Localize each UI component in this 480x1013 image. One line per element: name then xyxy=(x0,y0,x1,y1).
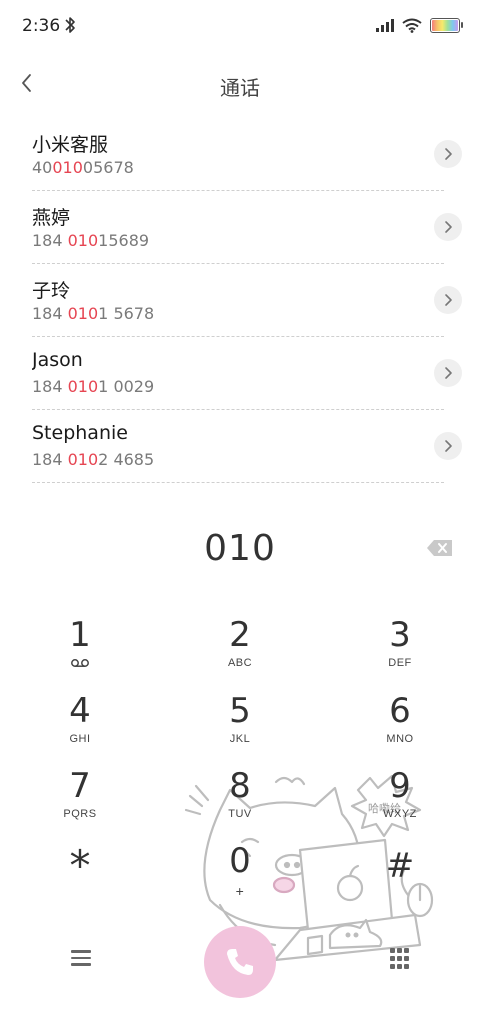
contact-results-list: 小米客服 4001005678 燕婷 184 01015689 子玲 184 0… xyxy=(32,118,462,508)
page-title: 通话 xyxy=(220,76,260,100)
list-item[interactable]: Stephanie 184 0102 4685 xyxy=(32,410,462,483)
key-letters: DEF xyxy=(388,657,412,669)
chevron-right-icon xyxy=(445,221,452,233)
key-0[interactable]: 0 + xyxy=(170,840,310,912)
dialed-number: 010 xyxy=(204,528,276,569)
key-3[interactable]: 3 DEF xyxy=(330,614,470,686)
contact-detail-button[interactable] xyxy=(434,432,462,460)
chevron-right-icon xyxy=(445,294,452,306)
chevron-right-icon xyxy=(445,367,452,379)
chevron-right-icon xyxy=(445,148,452,160)
contact-detail-button[interactable] xyxy=(434,359,462,387)
list-item[interactable]: 燕婷 184 01015689 xyxy=(32,191,462,264)
key-letters: MNO xyxy=(386,733,414,745)
dial-display: 010 xyxy=(0,522,480,578)
key-4[interactable]: 4 GHI xyxy=(10,690,150,762)
match-highlight: 010 xyxy=(67,377,99,396)
key-star[interactable]: * xyxy=(10,845,150,917)
bluetooth-icon xyxy=(65,17,75,33)
key-digit: * xyxy=(69,841,91,890)
key-9[interactable]: 9 WXYZ xyxy=(330,765,470,837)
key-letters: JKL xyxy=(229,733,251,745)
key-2[interactable]: 2 ABC xyxy=(170,614,310,686)
list-item[interactable]: 子玲 184 0101 5678 xyxy=(32,264,462,337)
key-6[interactable]: 6 MNO xyxy=(330,690,470,762)
match-highlight: 010 xyxy=(67,304,99,323)
signal-icon xyxy=(376,18,394,32)
dialpad-grid-icon[interactable] xyxy=(390,948,412,970)
key-digit: 3 xyxy=(389,615,411,655)
list-item[interactable]: Jason 184 0101 0029 xyxy=(32,337,462,410)
key-letters: TUV xyxy=(228,808,252,820)
contact-name: Jason xyxy=(32,349,83,371)
chevron-right-icon xyxy=(445,440,452,452)
list-fade xyxy=(0,488,480,512)
key-letters: PQRS xyxy=(63,808,97,820)
dialpad: 1 2 ABC 3 DEF 4 GHI 5 JKL 6 MNO 7 PQRS 8… xyxy=(0,600,480,920)
key-digit: 4 xyxy=(69,691,91,731)
contact-number: 4001005678 xyxy=(32,158,134,177)
header: 通话 xyxy=(0,56,480,112)
key-1[interactable]: 1 xyxy=(10,614,150,686)
key-digit: 7 xyxy=(69,766,91,806)
contact-detail-button[interactable] xyxy=(434,140,462,168)
list-item[interactable]: 小米客服 4001005678 xyxy=(32,118,462,191)
wifi-icon xyxy=(402,18,422,33)
contact-number: 184 0101 5678 xyxy=(32,304,155,323)
key-digit: 8 xyxy=(229,766,251,806)
phone-icon xyxy=(227,949,253,975)
contact-number: 184 0102 4685 xyxy=(32,450,155,469)
voicemail-icon xyxy=(71,659,89,667)
contact-number: 184 01015689 xyxy=(32,231,150,250)
hamburger-menu-icon[interactable] xyxy=(66,946,96,972)
contact-name: 燕婷 xyxy=(32,207,71,229)
key-digit: 2 xyxy=(229,615,251,655)
key-digit: 6 xyxy=(389,691,411,731)
match-highlight: 010 xyxy=(52,158,83,177)
contact-name: Stephanie xyxy=(32,422,128,444)
key-letters: WXYZ xyxy=(383,808,417,820)
key-digit: # xyxy=(385,846,415,886)
status-icons xyxy=(376,17,463,33)
backspace-icon[interactable] xyxy=(426,538,454,558)
contact-name: 子玲 xyxy=(32,280,71,302)
key-8[interactable]: 8 TUV xyxy=(170,765,310,837)
key-digit: 1 xyxy=(69,615,91,655)
key-letters: GHI xyxy=(69,733,91,745)
battery-icon xyxy=(430,17,463,33)
contact-name: 小米客服 xyxy=(32,134,109,156)
contact-detail-button[interactable] xyxy=(434,213,462,241)
key-digit: 9 xyxy=(389,766,411,806)
call-button[interactable] xyxy=(204,926,276,998)
contact-detail-button[interactable] xyxy=(434,286,462,314)
key-5[interactable]: 5 JKL xyxy=(170,690,310,762)
key-digit: 5 xyxy=(229,691,251,731)
contact-number: 184 0101 0029 xyxy=(32,377,155,396)
key-digit: 0 xyxy=(229,841,251,881)
status-bar: 2:36 xyxy=(0,0,480,52)
match-highlight: 010 xyxy=(67,231,99,250)
key-letters: ABC xyxy=(227,657,253,669)
status-time: 2:36 xyxy=(22,16,61,36)
key-hash[interactable]: # xyxy=(330,845,470,917)
match-highlight: 010 xyxy=(67,450,99,469)
key-7[interactable]: 7 PQRS xyxy=(10,765,150,837)
key-letters: + xyxy=(235,883,245,899)
